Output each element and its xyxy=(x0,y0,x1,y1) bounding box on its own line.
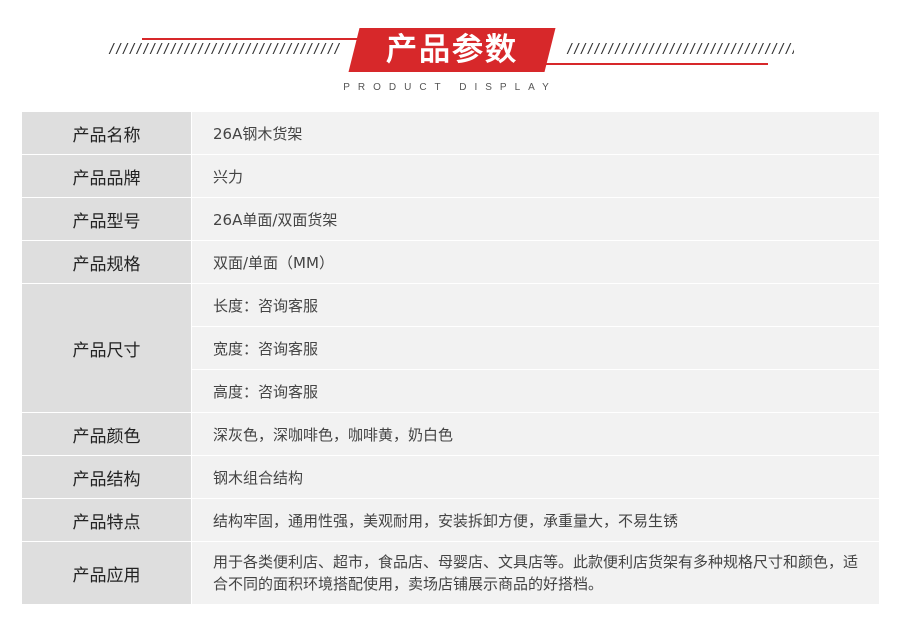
row-value: 用于各类便利店、超市，食品店、母婴店、文具店等。此款便利店货架有多种规格尺寸和颜… xyxy=(192,542,879,604)
row-label: 产品特点 xyxy=(22,499,192,541)
decorative-line-top xyxy=(142,38,364,40)
decorative-line-bottom xyxy=(546,63,768,65)
row-value: 高度：咨询客服 xyxy=(192,370,879,412)
table-row: 产品颜色 深灰色，深咖啡色，咖啡黄，奶白色 xyxy=(22,413,879,456)
section-header: ////////////////////////////////////////… xyxy=(0,0,900,100)
row-label: 产品应用 xyxy=(22,542,192,604)
row-values: 26A单面/双面货架 xyxy=(192,198,879,240)
row-values: 双面/单面（MM） xyxy=(192,241,879,283)
row-value: 结构牢固，通用性强，美观耐用，安装拆卸方便，承重量大，不易生锈 xyxy=(192,499,879,541)
decorative-slashes-right: //////////////////////////////////////// xyxy=(566,42,794,57)
row-label: 产品结构 xyxy=(22,456,192,498)
row-label: 产品名称 xyxy=(22,112,192,154)
page-subtitle: PRODUCT DISPLAY xyxy=(343,82,557,93)
table-row: 产品应用 用于各类便利店、超市，食品店、母婴店、文具店等。此款便利店货架有多种规格… xyxy=(22,542,879,605)
table-row: 产品品牌 兴力 xyxy=(22,155,879,198)
row-values: 结构牢固，通用性强，美观耐用，安装拆卸方便，承重量大，不易生锈 xyxy=(192,499,879,541)
parameter-table: 产品名称 26A钢木货架 产品品牌 兴力 产品型号 26A单面/双面货架 产品规格 双面/单面… xyxy=(22,112,879,605)
row-values: 26A钢木货架 xyxy=(192,112,879,154)
table-row: 产品名称 26A钢木货架 xyxy=(22,112,879,155)
table-row: 产品特点 结构牢固，通用性强，美观耐用，安装拆卸方便，承重量大，不易生锈 xyxy=(22,499,879,542)
table-row: 产品结构 钢木组合结构 xyxy=(22,456,879,499)
row-value: 兴力 xyxy=(192,155,879,197)
row-label: 产品型号 xyxy=(22,198,192,240)
row-value: 长度：咨询客服 xyxy=(192,284,879,327)
row-value: 26A单面/双面货架 xyxy=(192,198,879,240)
table-row: 产品规格 双面/单面（MM） xyxy=(22,241,879,284)
row-label: 产品颜色 xyxy=(22,413,192,455)
row-value: 26A钢木货架 xyxy=(192,112,879,154)
row-label: 产品尺寸 xyxy=(22,284,192,412)
row-label: 产品品牌 xyxy=(22,155,192,197)
row-values: 长度：咨询客服 宽度：咨询客服 高度：咨询客服 xyxy=(192,284,879,412)
row-value: 宽度：咨询客服 xyxy=(192,327,879,370)
row-values: 深灰色，深咖啡色，咖啡黄，奶白色 xyxy=(192,413,879,455)
page-title: 产品参数 xyxy=(386,32,518,68)
row-label: 产品规格 xyxy=(22,241,192,283)
row-values: 用于各类便利店、超市，食品店、母婴店、文具店等。此款便利店货架有多种规格尺寸和颜… xyxy=(192,542,879,604)
row-value: 深灰色，深咖啡色，咖啡黄，奶白色 xyxy=(192,413,879,455)
table-row: 产品型号 26A单面/双面货架 xyxy=(22,198,879,241)
row-value: 双面/单面（MM） xyxy=(192,241,879,283)
row-values: 钢木组合结构 xyxy=(192,456,879,498)
row-value: 钢木组合结构 xyxy=(192,456,879,498)
decorative-slashes-left: //////////////////////////////////////// xyxy=(108,42,340,57)
table-row: 产品尺寸 长度：咨询客服 宽度：咨询客服 高度：咨询客服 xyxy=(22,284,879,413)
row-values: 兴力 xyxy=(192,155,879,197)
